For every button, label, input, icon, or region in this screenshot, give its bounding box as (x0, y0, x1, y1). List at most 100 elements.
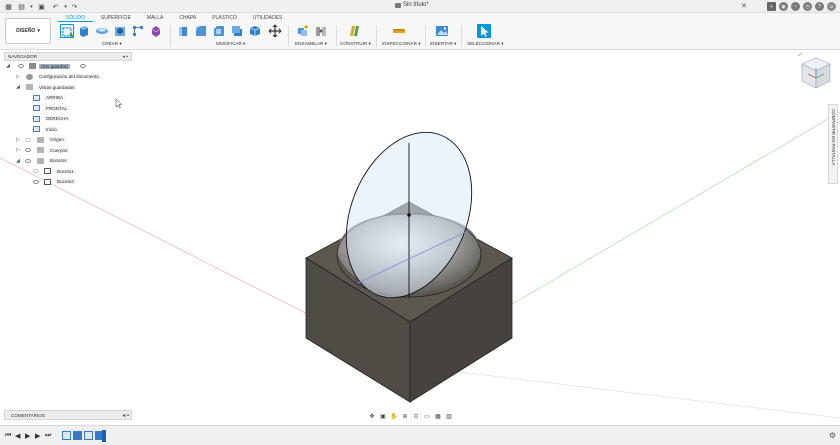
browser-item-view-front[interactable]: FRONTAL (4, 103, 132, 114)
view-cube[interactable] (794, 52, 836, 100)
select-icon[interactable] (477, 24, 491, 38)
measure-icon[interactable] (392, 24, 406, 38)
group-label-construir[interactable]: CONSTRUIR ▾ (340, 41, 371, 47)
browser-item-sketch1[interactable]: Boceto1 (4, 166, 132, 177)
grid-settings-icon[interactable]: ▦ (434, 412, 442, 420)
shell-icon[interactable] (230, 24, 244, 38)
browser-item-view-right[interactable]: DERECHA (4, 114, 132, 125)
tab-chapa[interactable]: CHAPA (171, 14, 204, 22)
move-copy-icon[interactable] (268, 24, 282, 38)
workspace-switcher-button[interactable]: DISEÑO ▾ (5, 18, 51, 44)
browser-item-document-settings[interactable]: ▷ Configuración del documento (4, 72, 132, 83)
visibility-eye-icon[interactable] (25, 137, 31, 142)
expand-icon[interactable]: ▷ (16, 147, 20, 153)
panel-pin-icon[interactable]: ◂ ▪ (122, 54, 128, 60)
collapse-icon[interactable]: ◢ (6, 63, 10, 69)
browser-root-row[interactable]: ◢ (Sin guardar) (4, 61, 132, 72)
viewports-icon[interactable]: ▥ (445, 412, 453, 420)
comments-panel[interactable]: COMENTARIOS ◂ ▪ (4, 410, 132, 420)
browser-item-sketches[interactable]: ◢ Bocetos (4, 156, 132, 167)
comments-options-icon[interactable]: ◂ ▪ (122, 412, 129, 419)
group-label-inspeccionar[interactable]: INSPECCIONAR ▾ (382, 41, 421, 47)
new-tab-plus-icon[interactable]: + (767, 2, 776, 11)
collapse-icon[interactable]: ◢ (16, 158, 20, 164)
visibility-eye-icon[interactable] (33, 169, 39, 174)
fit-icon[interactable]: ⊙ (412, 412, 420, 420)
chevron-down-icon[interactable]: ▾ (27, 2, 36, 11)
activate-radio-icon[interactable] (80, 64, 86, 69)
group-label-crear[interactable]: CREAR ▾ (102, 41, 122, 47)
home-icon[interactable] (797, 52, 803, 57)
joint-icon[interactable] (314, 24, 328, 38)
browser-item-sketch2[interactable]: Boceto2 (4, 177, 132, 188)
visibility-eye-icon[interactable] (18, 64, 24, 69)
step-back-icon[interactable]: ◀ (15, 432, 20, 440)
group-label-modificar[interactable]: MODIFICAR ▾ (216, 41, 245, 47)
visibility-eye-icon[interactable] (25, 148, 31, 153)
undo-icon[interactable]: ↶ (51, 2, 60, 11)
tab-plastico[interactable]: PLÁSTICO (204, 14, 245, 22)
browser-item-bodies[interactable]: ▷ Cuerpos (4, 145, 132, 156)
revolve-icon[interactable] (95, 24, 109, 38)
pan-icon[interactable]: ✋ (390, 412, 398, 420)
tab-malla[interactable]: MALLA (139, 14, 171, 22)
create-sketch-icon[interactable] (60, 24, 74, 38)
expand-icon[interactable]: ▷ (16, 137, 20, 143)
tab-solido[interactable]: SÓLIDO (58, 14, 93, 22)
timeline-feature-extrude[interactable] (73, 431, 82, 440)
offset-plane-icon[interactable] (347, 24, 361, 38)
browser-item-label: Boceto1 (55, 168, 76, 174)
browser-item-view-top[interactable]: ARRIBA (4, 93, 132, 104)
step-forward-icon[interactable]: ▶ (35, 432, 40, 440)
help-icon[interactable]: ? (815, 2, 824, 11)
browser-item-origin[interactable]: ▷ Origen (4, 135, 132, 146)
share-screen-panel[interactable]: COMPARTIR EN PANTALLA (828, 104, 838, 184)
browser-item-view-home[interactable]: Inicio (4, 124, 132, 135)
display-settings-icon[interactable]: ▭ (423, 412, 431, 420)
combine-icon[interactable] (248, 24, 262, 38)
notifications-icon[interactable]: ◷ (803, 2, 812, 11)
folder-icon (37, 147, 44, 154)
close-tab-icon[interactable]: ✕ (741, 2, 747, 10)
chamfer-icon[interactable] (212, 24, 226, 38)
extrude-icon[interactable] (77, 24, 91, 38)
chevron-down-icon[interactable]: ▾ (61, 2, 70, 11)
user-avatar-icon[interactable]: ☺ (827, 2, 836, 11)
timeline-feature-sketch[interactable] (84, 431, 93, 440)
file-icon[interactable]: ▤ (17, 2, 26, 11)
new-component-icon[interactable] (296, 24, 310, 38)
hole-icon[interactable] (113, 24, 127, 38)
sketch-center-point[interactable] (407, 213, 411, 217)
look-at-icon[interactable]: ▣ (379, 412, 387, 420)
navigator-header[interactable]: NAVEGADOR ◂ ▪ (4, 52, 132, 61)
tab-utilidades[interactable]: UTILIDADES (245, 14, 290, 22)
timeline-marker[interactable] (102, 430, 106, 442)
browser-item-saved-views[interactable]: ◢ Vistas guardadas (4, 82, 132, 93)
redo-icon[interactable]: ↷ (70, 2, 79, 11)
zoom-icon[interactable]: ⊕ (401, 412, 409, 420)
create-form-icon[interactable] (149, 24, 163, 38)
save-icon[interactable]: ▣ (37, 2, 46, 11)
group-label-seleccionar[interactable]: SELECCIONAR ▾ (467, 41, 504, 47)
fillet-icon[interactable] (194, 24, 208, 38)
tab-superficie[interactable]: SUPERFICIE (93, 14, 139, 22)
orbit-icon[interactable]: ✥ (368, 412, 376, 420)
job-status-icon[interactable]: ◔ (791, 2, 800, 11)
insert-image-icon[interactable] (435, 24, 449, 38)
group-label-insertar[interactable]: INSERTAR ▾ (430, 41, 456, 47)
browser-item-label: Vistas guardadas (37, 84, 77, 90)
group-label-ensamblar[interactable]: ENSAMBLAR ▾ (295, 41, 327, 47)
expand-icon[interactable]: ▷ (16, 74, 20, 80)
visibility-eye-icon[interactable] (25, 158, 31, 163)
collapse-icon[interactable]: ◢ (16, 84, 20, 90)
go-to-start-icon[interactable]: ⏮ (5, 432, 11, 440)
gear-icon[interactable]: ⚙ (829, 431, 836, 440)
play-icon[interactable]: ▶ (25, 432, 30, 440)
press-pull-icon[interactable] (176, 24, 190, 38)
pattern-icon[interactable] (131, 24, 145, 38)
timeline-feature-sketch[interactable] (62, 431, 71, 440)
visibility-eye-icon[interactable] (33, 179, 39, 184)
extensions-icon[interactable]: ◉ (779, 2, 788, 11)
go-to-end-icon[interactable]: ⏭ (45, 432, 51, 440)
grid-icon[interactable]: ▦ (4, 2, 13, 11)
